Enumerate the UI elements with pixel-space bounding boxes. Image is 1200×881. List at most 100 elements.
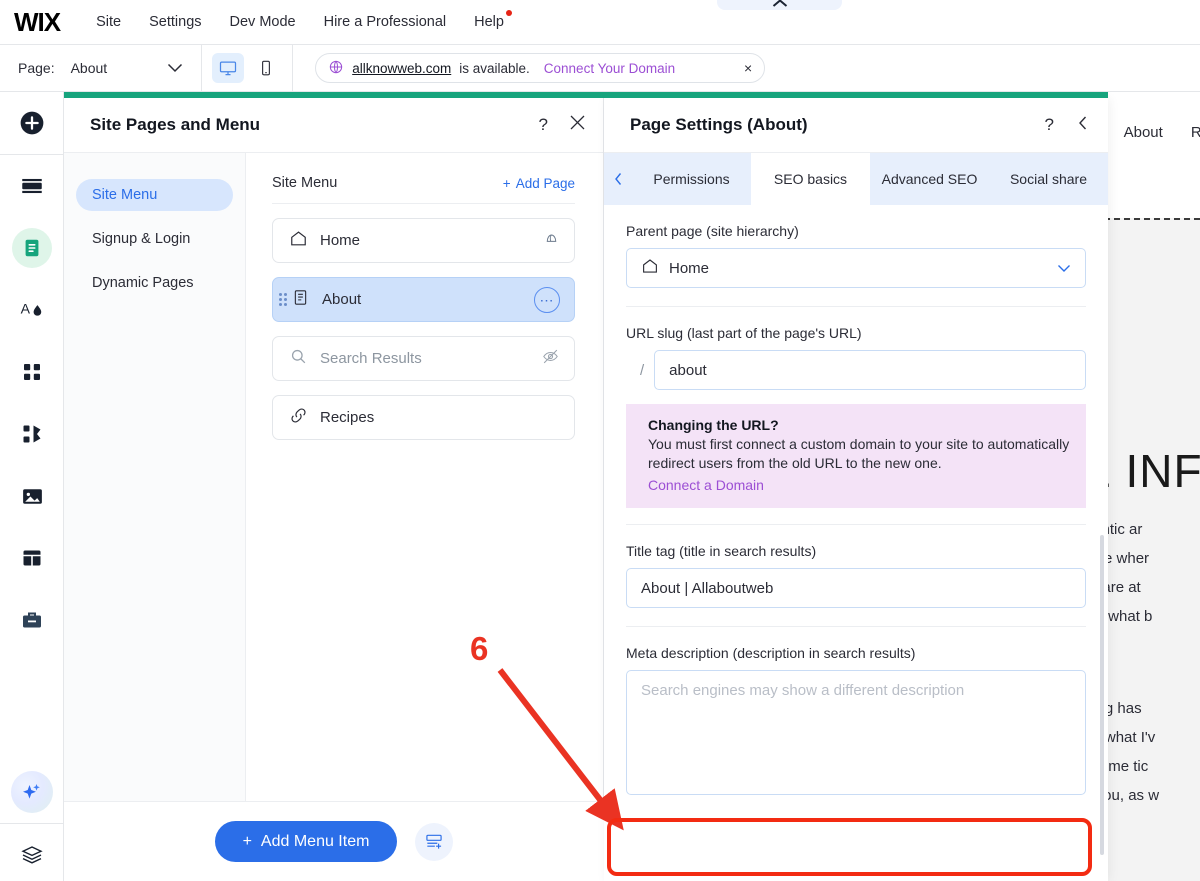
parent-page-select[interactable]: Home <box>626 248 1086 288</box>
apps-grid-icon <box>24 364 40 380</box>
add-menu-folder-icon[interactable] <box>415 822 454 861</box>
question-mark-icon[interactable]: ? <box>1045 115 1054 135</box>
rail-item-add-section[interactable] <box>0 155 64 217</box>
rail-active-indicator <box>12 228 52 268</box>
svg-text:A: A <box>21 300 31 316</box>
plus-icon: + <box>242 832 252 850</box>
layers-icon <box>21 846 43 864</box>
image-icon <box>22 488 42 504</box>
settings-panel-title: Page Settings (About) <box>630 115 808 134</box>
site-pages-and-menu-panel: Site Pages and Menu ? Site Menu Signup &… <box>64 98 604 881</box>
changing-url-notice: Changing the URL? You must first connect… <box>626 404 1086 508</box>
wix-logo[interactable]: WIX <box>14 9 61 35</box>
menu-item-site[interactable]: Site <box>82 8 135 36</box>
chevron-down-icon[interactable] <box>167 63 183 73</box>
page-list-item-recipes[interactable]: Recipes <box>272 395 575 440</box>
settings-panel-header: Page Settings (About) ? <box>604 98 1108 153</box>
homepage-icon[interactable] <box>543 230 560 252</box>
title-tag-input[interactable]: About | Allaboutweb <box>626 568 1086 608</box>
main-menu: Site Settings Dev Mode Hire a Profession… <box>82 8 518 36</box>
url-slug-field: URL slug (last part of the page's URL) /… <box>626 307 1086 508</box>
meta-description-field: Meta description (description in search … <box>626 627 1086 795</box>
collapsed-panel-tab[interactable] <box>717 0 842 10</box>
sidebar-item-site-menu[interactable]: Site Menu <box>76 179 233 211</box>
chevron-down-icon <box>1057 260 1071 277</box>
page-list-item-search-results[interactable]: Search Results <box>272 336 575 381</box>
page-list-item-label: Home <box>320 232 361 249</box>
settings-scrollbar[interactable] <box>1100 535 1104 855</box>
question-mark-icon[interactable]: ? <box>539 115 548 135</box>
page-selector-value[interactable]: About <box>71 60 108 76</box>
rail-item-add-element[interactable] <box>0 92 64 154</box>
tabs-prev-icon[interactable] <box>604 153 632 205</box>
meta-description-label: Meta description (description in search … <box>626 645 916 661</box>
parent-page-label: Parent page (site hierarchy) <box>626 223 799 239</box>
menu-item-help-label: Help <box>474 14 504 30</box>
rail-item-business-tools[interactable] <box>0 589 64 651</box>
pages-list-title: Site Menu <box>272 175 338 191</box>
tab-social-share[interactable]: Social share <box>989 153 1108 205</box>
hidden-eye-icon[interactable] <box>541 347 560 371</box>
pages-panel-body: Site Menu Signup & Login Dynamic Pages S… <box>64 153 603 881</box>
drag-handle-icon[interactable] <box>279 293 287 306</box>
main-menu-bar: WIX Site Settings Dev Mode Hire a Profes… <box>0 0 1200 45</box>
rail-item-layers[interactable] <box>0 824 64 881</box>
meta-description-input[interactable]: Search engines may show a different desc… <box>626 670 1086 795</box>
rail-item-apps[interactable] <box>0 341 64 403</box>
index-page-row: Let search engines index this page <box>626 874 1086 881</box>
menu-item-help[interactable]: Help <box>460 8 518 36</box>
page-list-item-home[interactable]: Home <box>272 218 575 263</box>
menu-item-hire-a-professional[interactable]: Hire a Professional <box>310 8 461 36</box>
add-menu-item-label: Add Menu Item <box>260 832 370 850</box>
menu-item-settings[interactable]: Settings <box>135 8 215 36</box>
connect-a-domain-link[interactable]: Connect a Domain <box>648 477 1070 493</box>
ai-bubble <box>11 771 53 813</box>
rail-item-cms[interactable] <box>0 527 64 589</box>
seo-basics-form: Parent page (site hierarchy) Home URL sl… <box>604 205 1108 881</box>
site-nav-item-recipes[interactable]: Re <box>1191 124 1200 141</box>
plus-circle-icon <box>20 111 44 135</box>
rail-item-site-design[interactable]: A <box>0 279 64 341</box>
more-dots-icon[interactable]: ⋯ <box>534 286 560 313</box>
pages-panel-header: Site Pages and Menu ? <box>64 98 603 153</box>
tab-permissions[interactable]: Permissions <box>632 153 751 205</box>
sidebar-item-dynamic-pages[interactable]: Dynamic Pages <box>76 267 233 299</box>
page-settings-panel: Page Settings (About) ? Permissions SEO … <box>604 98 1108 881</box>
tab-seo-basics[interactable]: SEO basics <box>751 153 870 205</box>
rail-item-ai-assistant[interactable] <box>0 761 64 823</box>
add-page-button[interactable]: + Add Page <box>503 176 575 191</box>
parent-page-field: Parent page (site hierarchy) Home <box>626 205 1086 288</box>
title-tag-field: Title tag (title in search results) Abou… <box>626 525 1086 608</box>
close-icon[interactable] <box>570 115 585 135</box>
theme-icon: A <box>21 300 42 316</box>
sidebar-item-signup-login[interactable]: Signup & Login <box>76 223 233 255</box>
briefcase-icon <box>23 612 41 628</box>
menu-item-dev-mode[interactable]: Dev Mode <box>216 8 310 36</box>
viewport-switcher <box>202 53 292 83</box>
domain-name[interactable]: allknowweb.com <box>352 61 451 76</box>
pages-panel-footer: + Add Menu Item <box>64 801 604 881</box>
close-icon[interactable]: × <box>744 60 752 76</box>
url-slug-prefix: / <box>640 361 645 379</box>
rail-item-my-business[interactable] <box>0 403 64 465</box>
site-nav-item-about[interactable]: About <box>1124 124 1163 141</box>
page-list-item-label: Search Results <box>320 350 422 367</box>
settings-tabs: Permissions SEO basics Advanced SEO Soci… <box>604 153 1108 205</box>
mobile-icon[interactable] <box>250 53 282 83</box>
chevron-left-icon[interactable] <box>1076 115 1090 136</box>
app-root: About Re E INF authentic ar a place wher… <box>0 0 1200 881</box>
url-slug-input[interactable]: about <box>654 350 1086 390</box>
tab-advanced-seo[interactable]: Advanced SEO <box>870 153 989 205</box>
domain-notification-pill: allknowweb.com is available. Connect You… <box>315 53 766 83</box>
home-icon <box>289 229 308 253</box>
add-page-label: Add Page <box>515 175 575 191</box>
rail-item-site-pages-and-menu[interactable] <box>0 217 64 279</box>
connect-your-domain-link[interactable]: Connect Your Domain <box>544 61 675 76</box>
rail-item-media[interactable] <box>0 465 64 527</box>
desktop-icon[interactable] <box>212 53 245 83</box>
page-list-item-label: About <box>322 291 362 308</box>
pages-list-header: Site Menu + Add Page <box>272 175 575 204</box>
add-menu-item-button[interactable]: + Add Menu Item <box>214 821 398 862</box>
page-list-item-about[interactable]: About ⋯ <box>272 277 575 322</box>
panel-accent-bar <box>64 92 1108 98</box>
